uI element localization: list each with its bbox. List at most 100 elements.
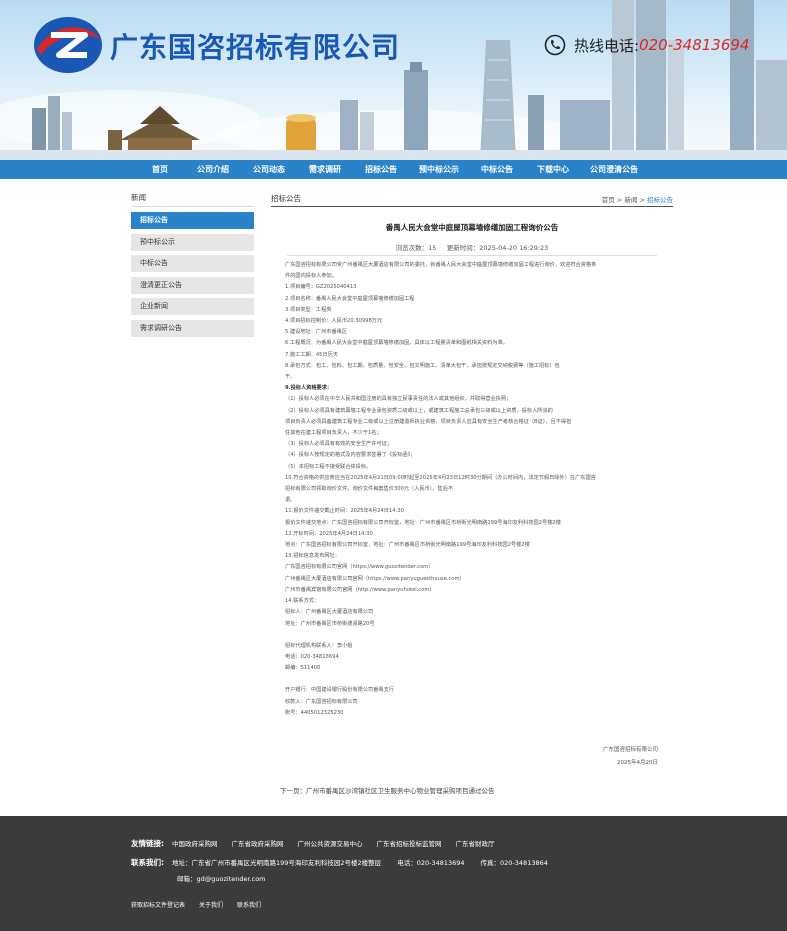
article-title: 番禺人民大会堂中庭屋顶幕墙修缮加固工程询价公告 — [385, 223, 559, 232]
friendly-links: 友情链接: 中国政府采购网 广东省政府采购网 广州公共资源交易中心 广东省招标投… — [131, 838, 509, 849]
footer-address: 地址：广东省广州市番禺区光明南路199号海印友利科技园2号楼2楼整层 — [172, 859, 382, 867]
article-line: （4）投标人按规定的格式及内容要求签署了《投标函》； — [285, 452, 416, 459]
content-header: 招标公告 首页 > 新闻 > 招标公告 — [271, 192, 673, 207]
footer-link[interactable]: 广东省财政厅 — [456, 838, 495, 849]
main-content: 招标公告 首页 > 新闻 > 招标公告 番禺人民大会堂中庭屋顶幕墙修缮加固工程询… — [271, 192, 673, 795]
views-label: 浏览次数： — [395, 244, 429, 252]
article-line: 件的国内投标人参加。 — [285, 273, 337, 280]
article-line: 12.开标时间：2025年4月24日14:30 — [285, 530, 373, 537]
company-name: 广东国咨招标有限公司 — [110, 31, 401, 64]
article-line: 10.符合资格的供应商应当在2025年4月21日09:00时起至2025年4月2… — [285, 474, 596, 481]
sidebar-title: 新闻 — [131, 193, 146, 202]
article-line: 广州市番禺宾馆有限公司官网（http://www.panyuhotel.com） — [285, 586, 435, 593]
article-line: 任其他在建工程项目负责人，不少于1名； — [285, 430, 382, 437]
divider — [131, 206, 254, 207]
breadcrumb: 首页 > 新闻 > 招标公告 — [602, 194, 673, 204]
article-line: 11.报价文件递交截止时间：2025年4月24日14:30 — [285, 508, 404, 515]
nav-home[interactable]: 首页 — [135, 160, 185, 179]
article-meta: 浏览次数：15 更新时间：2025-04-20 16:29:23 — [287, 242, 657, 256]
tender-registration-link[interactable]: 获取招标文件登记表 — [131, 900, 185, 909]
updated-time: 2025-04-20 16:29:23 — [479, 244, 549, 252]
article-line: 4.项目招标控制价：人民币20.30998万元 — [285, 318, 383, 325]
footer-link[interactable]: 广东省政府采购网 — [232, 838, 284, 849]
article-line: 地点：广东国咨招标有限公司开标室，地址：广州市番禺区市桥街光明南路199号海印友… — [285, 542, 530, 549]
nav-downloads[interactable]: 下载中心 — [525, 160, 581, 179]
article-line: 1.项目编号：GZ2025040413 — [285, 284, 357, 291]
hotline: 热线电话: 020-34813694 — [544, 34, 749, 56]
about-us-link[interactable]: 关于我们 — [199, 900, 223, 909]
sidebar-item-demand-survey[interactable]: 需求调研公告 — [131, 319, 254, 337]
footer-email[interactable]: 邮箱：gd@guozitender.com — [177, 873, 266, 883]
article-line: 6.工程概况：为番禺人民大会堂中庭屋顶幕墙修缮加固，具体以工程量清单和图纸相关资… — [285, 340, 508, 347]
article-line: 干。 — [285, 374, 296, 381]
sidebar-item-tender-notice[interactable]: 招标公告 — [131, 212, 254, 229]
footer-link[interactable]: 广州公共资源交易中心 — [298, 838, 363, 849]
footer-bottom-links: 获取招标文件登记表 关于我们 联系我们 — [131, 900, 275, 909]
updated-label: 更新时间： — [446, 244, 480, 252]
email-row: 邮箱：gd@guozitender.com — [177, 873, 266, 883]
section-title: 招标公告 — [271, 194, 301, 203]
article-line: （2）投标人必须具有建筑幕墙工程专业承包资质二级或以上，或建筑工程施工总承包三级… — [285, 407, 553, 414]
article-line: 8.承包方式：包工、包料、包工期、包质量、包安全、包文明施工、清单大包干、承担按… — [285, 362, 560, 369]
footer-link[interactable]: 中国政府采购网 — [172, 838, 218, 849]
article-line: 项目负责人必须具备建筑工程专业二级或以上注册建造师执业资格，项目负责人应具有安全… — [285, 418, 572, 425]
article-line: 邮编：511400 — [285, 665, 321, 672]
city-skyline-banner — [0, 0, 787, 160]
hotline-number: 020-34813694 — [639, 36, 750, 54]
article-line: 5.建设地址：广州市番禺区 — [285, 329, 348, 336]
friendly-links-label: 友情链接: — [131, 839, 164, 848]
article-line: 招标人：广州番禺区大厦酒店有限公司 — [285, 609, 374, 616]
article-line: 7.施工工期：45日历天 — [285, 351, 339, 358]
article-body: 广东国咨招标有限公司受广州番禺区大厦酒店有限公司的委托，就番禺人民大会堂中庭屋顶… — [271, 260, 671, 719]
sidebar-item-award-notice[interactable]: 中标公告 — [131, 255, 254, 273]
article-line: 14.联系方式： — [285, 598, 320, 605]
signature-date: 2025年4月20日 — [617, 760, 658, 766]
company-logo — [34, 17, 102, 73]
article-line: （1）投标人必须在中华人民共和国注册的具有独立民事责任的法人或其他组织，并取得营… — [285, 396, 512, 403]
breadcrumb-separator: > — [616, 196, 623, 204]
sidebar-item-pre-award[interactable]: 预中标公示 — [131, 233, 254, 251]
nav-pre-award[interactable]: 预中标公示 — [409, 160, 469, 179]
article-line: 广东国咨招标有限公司官网（https://www.guozitender.com… — [285, 564, 434, 571]
hotline-label: 热线电话: — [574, 36, 640, 55]
contact-row: 联系我们: 地址：广东省广州市番禺区光明南路199号海印友利科技园2号楼2楼整层… — [131, 857, 548, 868]
article-line: 地址：广州市番禺区市桥街德贤路20号 — [285, 620, 375, 627]
views-count: 15 — [428, 244, 437, 252]
article-line: 2.项目名称：番禺人民大会堂中庭屋顶幕墙修缮加固工程 — [285, 295, 415, 302]
nav-tender-notice[interactable]: 招标公告 — [353, 160, 409, 179]
breadcrumb-home[interactable]: 首页 — [602, 196, 615, 204]
nav-company-news[interactable]: 公司动态 — [241, 160, 297, 179]
article-line: 收款人：广东国咨招标有限公司 — [285, 698, 358, 705]
contact-us-link[interactable]: 联系我们 — [237, 900, 261, 909]
breadcrumb-news[interactable]: 新闻 — [624, 196, 637, 204]
sidebar-item-company-news[interactable]: 企业新闻 — [131, 298, 254, 316]
nav-demand-survey[interactable]: 需求调研 — [297, 160, 353, 179]
nav-award-notice[interactable]: 中标公告 — [469, 160, 525, 179]
sidebar: 新闻 招标公告 预中标公示 中标公告 澄清更正公告 企业新闻 需求调研公告 — [131, 192, 254, 342]
article-line: 开户银行：中国建设银行股份有限公司番禺支行 — [285, 687, 394, 694]
sidebar-item-correction[interactable]: 澄清更正公告 — [131, 276, 254, 294]
nav-company-intro[interactable]: 公司介绍 — [185, 160, 241, 179]
main-nav: 首页 公司介绍 公司动态 需求调研 招标公告 预中标公示 中标公告 下载中心 公… — [0, 160, 787, 179]
article-line: （3）投标人必须具有有效的安全生产许可证； — [285, 441, 393, 448]
breadcrumb-current[interactable]: 招标公告 — [647, 196, 673, 204]
footer-fax: 传真：020-34813864 — [480, 859, 548, 867]
article-line: 13.招标信息发布网址： — [285, 553, 340, 560]
contact-label: 联系我们: — [131, 858, 164, 867]
article-line: （5）本招标工程不接受联合体投标。 — [285, 463, 372, 470]
next-title[interactable]: 广州市番禺区沙湾镇社区卫生服务中心物业管理采购项目通过公告 — [306, 787, 495, 795]
nav-clarification[interactable]: 公司澄清公告 — [581, 160, 647, 179]
article-line: 广州番禺区大厦酒店有限公司官网（https://www.panyuguestho… — [285, 575, 465, 582]
site-header: 广东国咨招标有限公司 热线电话: 020-34813694 — [0, 0, 787, 160]
article-line: 电话：020-34813694 — [285, 653, 339, 660]
footer-link[interactable]: 广东省招标投标监管网 — [377, 838, 442, 849]
breadcrumb-separator: > — [639, 196, 645, 204]
article-line: 招标代理机构联系人：李小姐 — [285, 642, 353, 649]
site-footer: 友情链接: 中国政府采购网 广东省政府采购网 广州公共资源交易中心 广东省招标投… — [0, 816, 787, 931]
next-article-link[interactable]: 下一页：广州市番禺区沙湾镇社区卫生服务中心物业管理采购项目通过公告 — [280, 785, 495, 795]
article-line: 退。 — [285, 497, 296, 504]
article-line: 广东国咨招标有限公司受广州番禺区大厦酒店有限公司的委托，就番禺人民大会堂中庭屋顶… — [285, 262, 597, 268]
article-line: 9.投标人资格要求： — [285, 385, 333, 392]
